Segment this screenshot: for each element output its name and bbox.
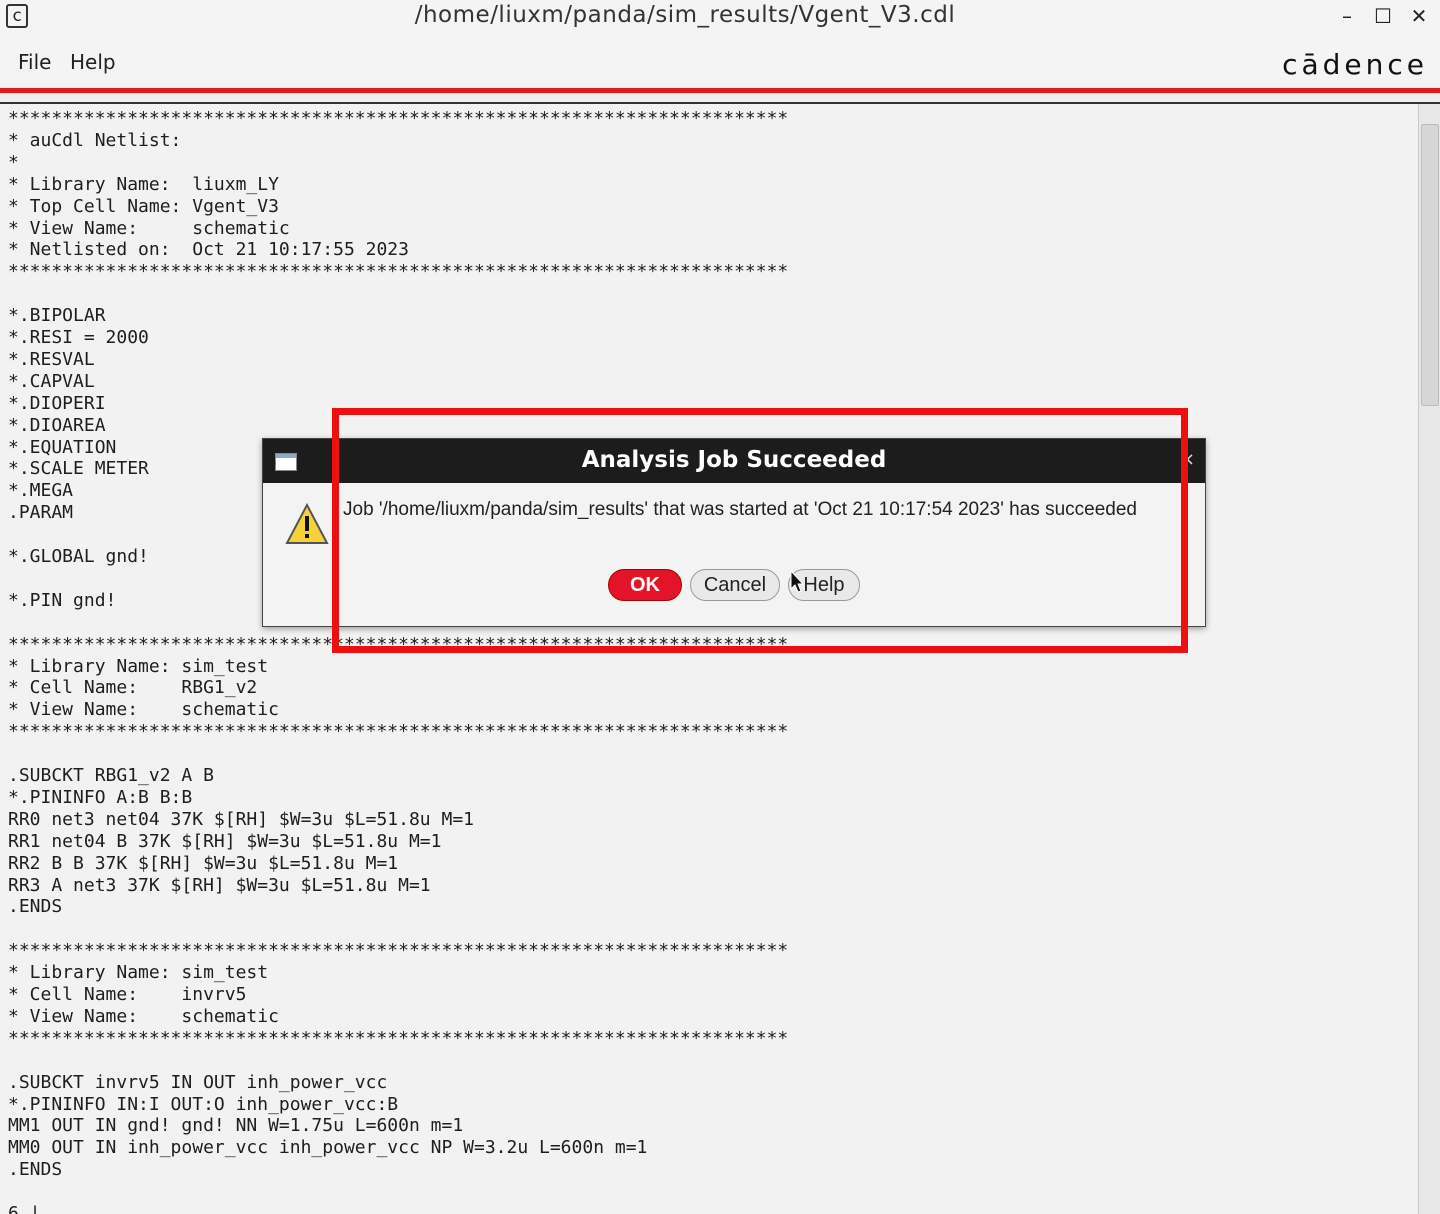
editor-line: MM1 OUT IN gnd! gnd! NN W=1.75u L=600n m… bbox=[8, 1115, 464, 1137]
cadence-logo: cādence bbox=[1282, 48, 1428, 81]
editor-line: *.BIPOLAR bbox=[8, 305, 106, 327]
menu-file[interactable]: File bbox=[18, 50, 51, 74]
mouse-cursor-icon bbox=[790, 570, 804, 593]
editor-line: ****************************************… bbox=[8, 108, 789, 129]
editor-line: .ENDS bbox=[8, 896, 63, 918]
editor-line: * View Name: schematic bbox=[8, 699, 279, 721]
editor-line: * Netlisted on: Oct 21 10:17:55 2023 bbox=[8, 239, 409, 261]
editor-line: ****************************************… bbox=[8, 1027, 789, 1049]
editor-line: * Cell Name: invrv5 bbox=[8, 984, 247, 1005]
editor-line: *.GLOBAL gnd! bbox=[8, 546, 149, 567]
vertical-scrollbar[interactable] bbox=[1418, 104, 1440, 1214]
window-titlebar: c /home/liuxm/panda/sim_results/Vgent_V3… bbox=[0, 0, 1440, 36]
editor-line: * auCdl Netlist: bbox=[8, 129, 182, 151]
editor-line: .SUBCKT invrv5 IN OUT inh_power_vcc bbox=[8, 1071, 388, 1093]
editor-line: ****************************************… bbox=[8, 261, 789, 283]
editor-line: ****************************************… bbox=[8, 940, 789, 962]
editor-line: * bbox=[8, 151, 19, 173]
editor-line: * View Name: schematic bbox=[8, 1005, 279, 1027]
menu-accent-line bbox=[0, 88, 1440, 93]
editor-line: * Library Name: liuxm_LY bbox=[8, 173, 279, 195]
analysis-job-dialog: Analysis Job Succeeded × Job '/home/liux… bbox=[262, 438, 1206, 627]
editor-line: *.RESI = 2000 bbox=[8, 327, 149, 348]
editor-line: *.PIN gnd! bbox=[8, 589, 117, 611]
editor-line: 6 | bbox=[8, 1203, 41, 1214]
editor-line: .PARAM bbox=[8, 502, 74, 524]
window-controls: – ☐ ✕ bbox=[1336, 2, 1430, 30]
editor-line: *.MEGA bbox=[8, 480, 74, 502]
editor-line: *.DIOAREA bbox=[8, 414, 106, 436]
scrollbar-thumb[interactable] bbox=[1421, 124, 1439, 406]
editor-line: * Top Cell Name: Vgent_V3 bbox=[8, 195, 279, 217]
editor-line: MM0 OUT IN inh_power_vcc inh_power_vcc N… bbox=[8, 1137, 648, 1159]
cancel-button[interactable]: Cancel bbox=[690, 569, 780, 601]
editor-line: *.PININFO IN:I OUT:O inh_power_vcc:B bbox=[8, 1093, 399, 1115]
editor-line: *.RESVAL bbox=[8, 348, 95, 370]
close-icon[interactable]: ✕ bbox=[1408, 2, 1430, 30]
dialog-message: Job '/home/liuxm/panda/sim_results' that… bbox=[343, 499, 1137, 520]
editor-line: *.PININFO A:B B:B bbox=[8, 786, 193, 808]
minimize-icon[interactable]: – bbox=[1336, 2, 1358, 30]
maximize-icon[interactable]: ☐ bbox=[1372, 2, 1394, 30]
editor-line: ****************************************… bbox=[8, 721, 789, 743]
editor-line: * View Name: schematic bbox=[8, 217, 290, 239]
menu-help[interactable]: Help bbox=[70, 50, 116, 74]
netlist-text-editor[interactable]: ****************************************… bbox=[0, 104, 1418, 1214]
editor-line: *.DIOPERI bbox=[8, 392, 106, 414]
editor-line: .ENDS bbox=[8, 1159, 63, 1181]
editor-line: *.SCALE METER bbox=[8, 458, 149, 480]
dialog-title: Analysis Job Succeeded bbox=[581, 447, 887, 473]
editor-line: *.EQUATION bbox=[8, 436, 117, 458]
window-title: /home/liuxm/panda/sim_results/Vgent_V3.c… bbox=[414, 2, 956, 28]
menu-bar: File Help cādence bbox=[0, 36, 1440, 90]
editor-line: * Library Name: sim_test bbox=[8, 655, 269, 677]
warning-icon bbox=[285, 503, 329, 544]
editor-line: * Library Name: sim_test bbox=[8, 962, 269, 984]
editor-line: RR2 B B 37K $[RH] $W=3u $L=51.8u M=1 bbox=[8, 852, 399, 874]
dialog-titlebar: Analysis Job Succeeded × bbox=[263, 439, 1205, 483]
dialog-close-icon[interactable]: × bbox=[1180, 449, 1195, 470]
editor-line: .SUBCKT RBG1_v2 A B bbox=[8, 765, 214, 786]
ok-button[interactable]: OK bbox=[608, 569, 682, 601]
editor-line: RR0 net3 net04 37K $[RH] $W=3u $L=51.8u … bbox=[8, 808, 474, 830]
editor-line: RR1 net04 B 37K $[RH] $W=3u $L=51.8u M=1 bbox=[8, 830, 442, 852]
editor-line: ****************************************… bbox=[8, 633, 789, 655]
editor-line: RR3 A net3 37K $[RH] $W=3u $L=51.8u M=1 bbox=[8, 874, 431, 896]
editor-line: *.CAPVAL bbox=[8, 370, 95, 392]
editor-line: * Cell Name: RBG1_v2 bbox=[8, 677, 258, 699]
